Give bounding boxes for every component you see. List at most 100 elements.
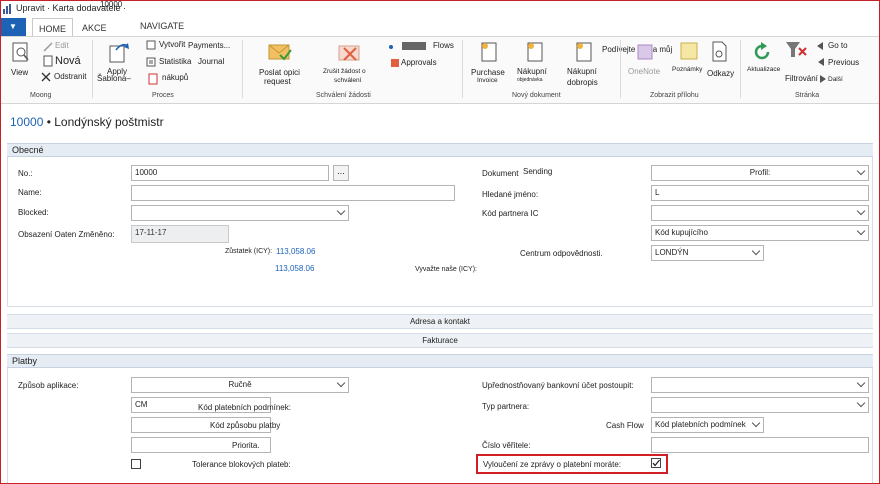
name-label: Name: (18, 188, 42, 197)
responsibility-center-label: Centrum odpovědnosti. (520, 249, 603, 258)
nova-button[interactable]: Nová (55, 55, 81, 67)
priority-label: Priorita. (232, 441, 260, 450)
onenote-icon (637, 44, 653, 62)
responsibility-center-select[interactable]: LONDÝN (651, 245, 764, 261)
goto-button[interactable]: Go to (828, 41, 848, 50)
group-label-stranka: Stránka (795, 92, 820, 99)
goto-arrow-icon (817, 42, 825, 52)
send-approval-icon (268, 41, 292, 65)
cancel-approval-button-line1[interactable]: Zrušit žádost o (323, 68, 366, 76)
document-sending-profile-select[interactable]: Profil: (651, 165, 869, 181)
preferred-bank-account-label: Upřednostňovaný bankovní účet postoupit: (482, 381, 634, 390)
chevron-down-icon (856, 206, 866, 216)
onenote-button[interactable]: OneNote (628, 67, 660, 76)
document-sending-label: Dokument (482, 169, 519, 178)
purchase-invoice-button[interactable]: Purchase (471, 68, 505, 77)
block-payment-tolerance-checkbox[interactable] (131, 459, 141, 469)
notes-button[interactable]: Poznámky (672, 66, 702, 74)
flows-button[interactable]: Flows (433, 41, 454, 50)
previous-button[interactable]: Previous (828, 58, 859, 67)
balance-value[interactable]: 113,058.06 (276, 247, 315, 256)
section-header-platby[interactable]: Platby (7, 354, 873, 368)
cash-flow-payment-terms-value: Kód platebních podmínek (655, 420, 746, 429)
no-field[interactable]: 10000 (131, 165, 329, 181)
notes-icon (680, 42, 698, 62)
links-button[interactable]: Odkazy (707, 69, 734, 78)
refresh-icon (752, 42, 772, 64)
next-button[interactable]: Další (828, 76, 843, 84)
title-bar: Upravit · Karta dodavatele · 10000 (0, 0, 880, 18)
chevron-down-icon (856, 166, 866, 176)
credit-memo-button-sub[interactable]: dobropis (567, 78, 598, 87)
chevron-down-icon (856, 226, 866, 236)
send-approval-button-line1[interactable]: Poslat opici (259, 68, 300, 77)
preferred-bank-account-select[interactable] (651, 377, 869, 393)
payments-button[interactable]: Payments... (188, 41, 230, 50)
purchase-invoice-icon (479, 41, 501, 67)
section-header-obecne[interactable]: Obecné (7, 143, 873, 157)
purchaser-code-value: Kód kupujícího (655, 228, 708, 237)
chevron-down-icon (336, 206, 346, 216)
date-changed-label: Obsazení Oaten Změněno: (18, 230, 115, 239)
sablona-button[interactable]: Šablona– (97, 74, 131, 83)
partner-type-label: Typ partnera: (482, 402, 530, 411)
sending-label: Sending (523, 167, 553, 176)
group-label-novy-dokument: Nový dokument (512, 92, 561, 99)
search-name-field[interactable]: L (651, 185, 869, 201)
section-header-address[interactable]: Adresa a kontakt (7, 314, 873, 329)
ic-partner-code-label: Kód partnera IC (482, 209, 539, 218)
exclude-from-payment-reminder-label: Vyloučení ze zprávy o platební moráte: (483, 460, 621, 469)
tab-home[interactable]: HOME (32, 18, 73, 36)
statistics-icon (146, 57, 156, 69)
blocked-select[interactable] (131, 205, 349, 221)
tab-akce[interactable]: AKCE (82, 18, 107, 36)
cash-flow-label: Cash Flow (606, 421, 644, 430)
cancel-approval-icon (338, 42, 362, 66)
journal-button[interactable]: Journal (198, 57, 224, 66)
chevron-down-icon (856, 378, 866, 388)
group-label-moong: Moong (30, 92, 52, 99)
filter-button[interactable]: Filtrování (785, 74, 818, 83)
name-field[interactable] (131, 185, 455, 201)
purchase-invoice-button-sub[interactable]: Invoice (477, 77, 498, 85)
approvals-button[interactable]: Approvals (401, 58, 437, 67)
cancel-approval-button-line2[interactable]: schválení (334, 77, 361, 85)
group-label-schvaleni: Schválení žádosti (316, 92, 371, 99)
delete-button[interactable]: Odstranit (54, 72, 86, 81)
application-method-select[interactable]: Ručně (131, 377, 349, 393)
purchase-order-button[interactable]: Nákupní (517, 67, 547, 76)
block-payment-tolerance-label: Tolerance blokových plateb: (192, 460, 291, 469)
statistika-button[interactable]: Statistika (159, 57, 191, 66)
flows-icon (388, 41, 428, 53)
application-method-value: Ručně (228, 380, 252, 389)
payment-method-code-label: Kód způsobu platby (210, 421, 281, 430)
credit-memo-button[interactable]: Nákupní (567, 67, 597, 76)
purchaser-code-select[interactable]: Kód kupujícího (651, 225, 869, 241)
application-method-label: Způsob aplikace: (18, 381, 79, 390)
ic-partner-code-select[interactable] (651, 205, 869, 221)
section-header-invoicing[interactable]: Fakturace (7, 333, 873, 348)
app-logo-icon (3, 4, 13, 14)
nakupu-button[interactable]: nákupů (162, 73, 188, 82)
vytvorit-button[interactable]: Vytvořit (159, 40, 185, 49)
cash-flow-payment-terms-select[interactable]: Kód platebních podmínek (651, 417, 764, 433)
purchase-order-button-sub[interactable]: objednávka (517, 76, 543, 84)
balance-due-value[interactable]: 113,058.06 (275, 264, 314, 273)
links-icon (710, 41, 728, 65)
creditor-number-field[interactable] (651, 437, 869, 453)
tab-navigate[interactable]: NAVIGATE (140, 16, 184, 34)
apply-template-icon (108, 40, 130, 66)
purchase-order-icon (525, 41, 547, 67)
next-arrow-icon (818, 75, 826, 85)
exclude-from-payment-reminder-checkbox[interactable] (651, 458, 661, 468)
send-approval-button-line2[interactable]: request (264, 77, 291, 86)
app-menu-button[interactable]: ▼ (0, 18, 26, 36)
edit-button[interactable]: Edit (55, 41, 69, 50)
approvals-icon (390, 58, 400, 70)
checkmark-icon (652, 459, 660, 467)
view-icon (12, 42, 30, 66)
view-button[interactable]: View (11, 68, 28, 77)
no-lookup-button[interactable]: ... (333, 165, 349, 181)
refresh-button[interactable]: Aktualizace (747, 66, 780, 74)
partner-type-select[interactable] (651, 397, 869, 413)
